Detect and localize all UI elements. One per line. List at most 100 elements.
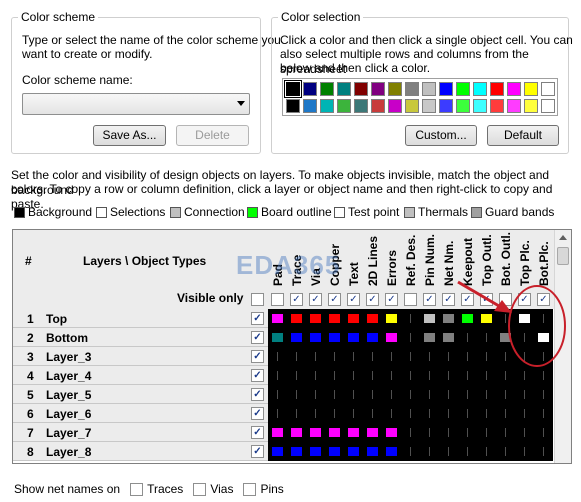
object-color-cell[interactable]: [515, 385, 534, 404]
column-visible-checkbox[interactable]: ✓: [442, 293, 455, 306]
object-color-cell[interactable]: [439, 385, 458, 404]
object-color-cell[interactable]: [287, 442, 306, 461]
object-color-cell[interactable]: [382, 385, 401, 404]
object-color-cell[interactable]: [306, 423, 325, 442]
object-color-cell[interactable]: [458, 404, 477, 423]
column-visible-checkbox[interactable]: ✓: [309, 293, 322, 306]
palette-swatch[interactable]: [456, 99, 470, 113]
column-visible-checkbox[interactable]: ✓: [423, 293, 436, 306]
object-color-cell[interactable]: [325, 309, 344, 328]
object-color-cell[interactable]: [496, 442, 515, 461]
layer-visible-checkbox[interactable]: ✓: [251, 407, 264, 420]
column-header[interactable]: Errors: [385, 250, 399, 286]
object-color-cell[interactable]: [344, 309, 363, 328]
object-color-cell[interactable]: [382, 309, 401, 328]
scroll-thumb[interactable]: [557, 247, 569, 265]
object-color-cell[interactable]: [268, 347, 287, 366]
palette-swatch[interactable]: [524, 99, 538, 113]
save-as-button[interactable]: Save As...: [93, 125, 166, 146]
legend-color-swatch[interactable]: [404, 206, 415, 218]
object-color-cell[interactable]: [401, 309, 420, 328]
object-color-cell[interactable]: [325, 328, 344, 347]
object-color-cell[interactable]: [420, 347, 439, 366]
default-button[interactable]: Default: [487, 125, 559, 146]
object-color-cell[interactable]: [477, 347, 496, 366]
object-color-cell[interactable]: [534, 404, 553, 423]
object-color-cell[interactable]: [496, 385, 515, 404]
object-color-cell[interactable]: [496, 347, 515, 366]
object-color-cell[interactable]: [287, 385, 306, 404]
object-color-cell[interactable]: [458, 366, 477, 385]
object-color-cell[interactable]: [439, 366, 458, 385]
column-visible-checkbox[interactable]: ✓: [518, 293, 531, 306]
object-color-cell[interactable]: [515, 423, 534, 442]
object-color-cell[interactable]: [477, 404, 496, 423]
object-color-cell[interactable]: [477, 385, 496, 404]
palette-swatch[interactable]: [286, 99, 300, 113]
legend-color-swatch[interactable]: [96, 206, 107, 218]
layer-visible-checkbox[interactable]: ✓: [251, 369, 264, 382]
object-color-cell[interactable]: [287, 404, 306, 423]
object-color-cell[interactable]: [534, 442, 553, 461]
object-color-cell[interactable]: [344, 385, 363, 404]
column-visible-checkbox[interactable]: ✓: [480, 293, 493, 306]
object-color-cell[interactable]: [401, 385, 420, 404]
object-color-cell[interactable]: [401, 366, 420, 385]
palette-swatch[interactable]: [473, 99, 487, 113]
object-color-cell[interactable]: [382, 442, 401, 461]
column-header[interactable]: Top Outl.: [480, 234, 494, 286]
object-color-cell[interactable]: [268, 328, 287, 347]
palette-swatch[interactable]: [490, 82, 504, 96]
palette-swatch[interactable]: [337, 99, 351, 113]
net-names-checkbox-traces[interactable]: [130, 482, 144, 496]
object-color-cell[interactable]: [325, 366, 344, 385]
object-color-cell[interactable]: [477, 366, 496, 385]
layer-visible-checkbox[interactable]: ✓: [251, 426, 264, 439]
object-color-cell[interactable]: [268, 366, 287, 385]
layer-row-header[interactable]: 3 Layer_3 ✓: [13, 347, 268, 366]
palette-swatch[interactable]: [507, 82, 521, 96]
layer-row-header[interactable]: 8 Layer_8 ✓: [13, 442, 268, 461]
object-color-cell[interactable]: [325, 347, 344, 366]
object-color-cell[interactable]: [268, 423, 287, 442]
object-color-cell[interactable]: [534, 328, 553, 347]
layer-row-header[interactable]: 6 Layer_6 ✓: [13, 404, 268, 423]
palette-swatch[interactable]: [284, 80, 302, 98]
object-color-cell[interactable]: [458, 385, 477, 404]
object-color-cell[interactable]: [515, 366, 534, 385]
object-color-cell[interactable]: [382, 347, 401, 366]
palette-swatch[interactable]: [507, 99, 521, 113]
object-color-cell[interactable]: [534, 385, 553, 404]
layer-row-header[interactable]: 4 Layer_4 ✓: [13, 366, 268, 385]
object-color-cell[interactable]: [458, 328, 477, 347]
legend-color-swatch[interactable]: [247, 206, 258, 218]
object-color-cell[interactable]: [458, 347, 477, 366]
object-color-cell[interactable]: [306, 347, 325, 366]
palette-swatch[interactable]: [541, 99, 555, 113]
object-color-cell[interactable]: [439, 423, 458, 442]
palette-swatch[interactable]: [473, 82, 487, 96]
object-color-cell[interactable]: [363, 366, 382, 385]
layer-row-header[interactable]: 5 Layer_5 ✓: [13, 385, 268, 404]
object-color-cell[interactable]: [515, 404, 534, 423]
column-header[interactable]: Text: [347, 262, 361, 286]
object-color-cell[interactable]: [420, 309, 439, 328]
object-color-cell[interactable]: [420, 423, 439, 442]
palette-swatch[interactable]: [439, 82, 453, 96]
object-color-cell[interactable]: [477, 442, 496, 461]
object-color-cell[interactable]: [401, 442, 420, 461]
palette-swatch[interactable]: [388, 82, 402, 96]
column-header[interactable]: Net Nm.: [442, 241, 456, 286]
delete-button[interactable]: Delete: [176, 125, 249, 146]
column-visible-checkbox[interactable]: [499, 293, 512, 306]
object-color-cell[interactable]: [420, 385, 439, 404]
object-color-cell[interactable]: [363, 404, 382, 423]
palette-swatch[interactable]: [541, 82, 555, 96]
legend-color-swatch[interactable]: [334, 206, 345, 218]
palette-swatch[interactable]: [354, 99, 368, 113]
object-color-cell[interactable]: [306, 309, 325, 328]
object-color-cell[interactable]: [306, 385, 325, 404]
object-color-cell[interactable]: [325, 423, 344, 442]
palette-swatch[interactable]: [422, 99, 436, 113]
column-visible-checkbox[interactable]: [404, 293, 417, 306]
